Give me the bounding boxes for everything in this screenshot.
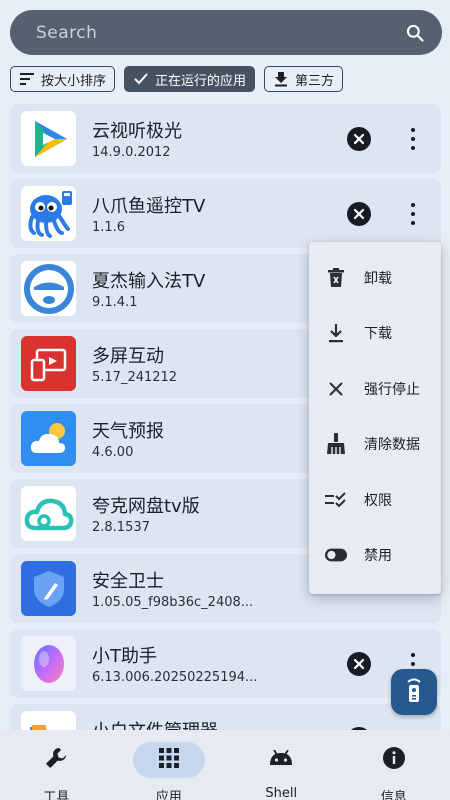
app-name: 小白文件管理器 [92, 717, 218, 730]
app-name: 夸克网盘tv版 [92, 496, 200, 517]
menu-item-label: 强行停止 [364, 381, 420, 398]
grid-icon [158, 748, 179, 772]
filter-chip-third-party[interactable]: 第三方 [264, 66, 344, 92]
app-name: 云视听极光 [92, 121, 182, 142]
check-icon [133, 71, 149, 87]
app-name: 安全卫士 [92, 571, 164, 592]
file-manager-app-icon [21, 711, 76, 730]
menu-item-permissions[interactable]: 权限 [309, 472, 441, 528]
app-version: 1.05.05_f98b36c_2408... [92, 595, 254, 610]
app-name: 多屏互动 [92, 346, 164, 367]
octopus-remote-app-icon [21, 186, 76, 241]
menu-item-label: 权限 [364, 492, 392, 509]
toggle-icon [325, 544, 347, 566]
app-name: 八爪鱼遥控TV [92, 196, 206, 217]
remote-control-icon [404, 677, 424, 707]
app-version: 2.8.1537 [92, 520, 150, 535]
filter-chip-running[interactable]: 正在运行的应用 [124, 66, 256, 92]
yunshiting-app-icon [21, 111, 76, 166]
menu-item-download[interactable]: 下载 [309, 306, 441, 362]
sort-icon [19, 71, 35, 87]
trash-icon [325, 267, 347, 289]
search-placeholder: Search [36, 22, 98, 43]
remote-control-fab[interactable] [391, 669, 437, 715]
app-name: 夏杰输入法TV [92, 271, 206, 292]
quark-cloud-app-icon [21, 486, 76, 541]
menu-item-label: 下载 [364, 326, 392, 343]
more-vert-icon[interactable] [403, 124, 423, 154]
download-icon [273, 71, 289, 87]
download-icon [325, 322, 347, 344]
app-version: 6.13.006.20250225194... [92, 670, 258, 685]
filter-chip-label: 按大小排序 [41, 73, 107, 89]
nav-label: 信息 [380, 790, 407, 800]
app-version: 4.6.00 [92, 445, 134, 460]
nav-shell[interactable]: Shell [225, 730, 338, 800]
nav-label: 工具 [43, 790, 70, 800]
menu-item-uninstall[interactable]: 卸载 [309, 250, 441, 306]
nav-apps[interactable]: 应用 [113, 730, 226, 800]
menu-item-label: 清除数据 [364, 437, 420, 454]
close-icon[interactable] [347, 652, 371, 676]
app-row[interactable]: 小T助手 6.13.006.20250225194... [10, 629, 441, 698]
nav-tools[interactable]: 工具 [0, 730, 113, 800]
bottom-navigation: 工具 应用 Shell 信息 [0, 730, 450, 800]
permissions-icon [325, 489, 347, 511]
xiajie-input-app-icon [21, 261, 76, 316]
wrench-icon [44, 746, 68, 774]
weather-app-icon [21, 411, 76, 466]
broom-icon [325, 433, 347, 455]
search-bar[interactable]: Search [10, 10, 442, 55]
security-app-icon [21, 561, 76, 616]
android-icon [268, 749, 294, 770]
app-version: 1.1.6 [92, 220, 126, 235]
menu-item-label: 禁用 [364, 548, 392, 565]
menu-item-label: 卸载 [364, 270, 392, 287]
app-version: 5.17_241212 [92, 370, 178, 385]
app-name: 小T助手 [92, 646, 157, 667]
filter-chip-label: 第三方 [295, 73, 335, 89]
nav-label: 应用 [155, 790, 182, 800]
menu-item-clear-data[interactable]: 清除数据 [309, 417, 441, 473]
app-row[interactable]: 八爪鱼遥控TV 1.1.6 [10, 179, 441, 248]
menu-item-disable[interactable]: 禁用 [309, 528, 441, 584]
app-name: 天气预报 [92, 421, 164, 442]
app-version: 9.1.4.1 [92, 295, 138, 310]
multi-screen-app-icon [21, 336, 76, 391]
xiaot-assistant-app-icon [21, 636, 76, 691]
close-icon[interactable] [347, 202, 371, 226]
close-icon[interactable] [347, 127, 371, 151]
more-vert-icon[interactable] [403, 199, 423, 229]
menu-item-force-stop[interactable]: 强行停止 [309, 361, 441, 417]
app-row[interactable]: 小白文件管理器 [10, 704, 441, 730]
app-row[interactable]: 云视听极光 14.9.0.2012 [10, 104, 441, 173]
close-icon [325, 378, 347, 400]
filter-chips: 按大小排序 正在运行的应用 第三方 [10, 66, 344, 92]
search-icon[interactable] [404, 22, 426, 44]
nav-info[interactable]: 信息 [338, 730, 450, 800]
filter-chip-label: 正在运行的应用 [155, 73, 247, 89]
info-icon [382, 746, 406, 774]
filter-chip-sort-size[interactable]: 按大小排序 [10, 66, 116, 92]
nav-label: Shell [265, 786, 298, 800]
app-version: 14.9.0.2012 [92, 145, 171, 160]
app-context-menu: 卸载 下载 强行停止 清除数据 权限 禁用 [309, 242, 441, 594]
